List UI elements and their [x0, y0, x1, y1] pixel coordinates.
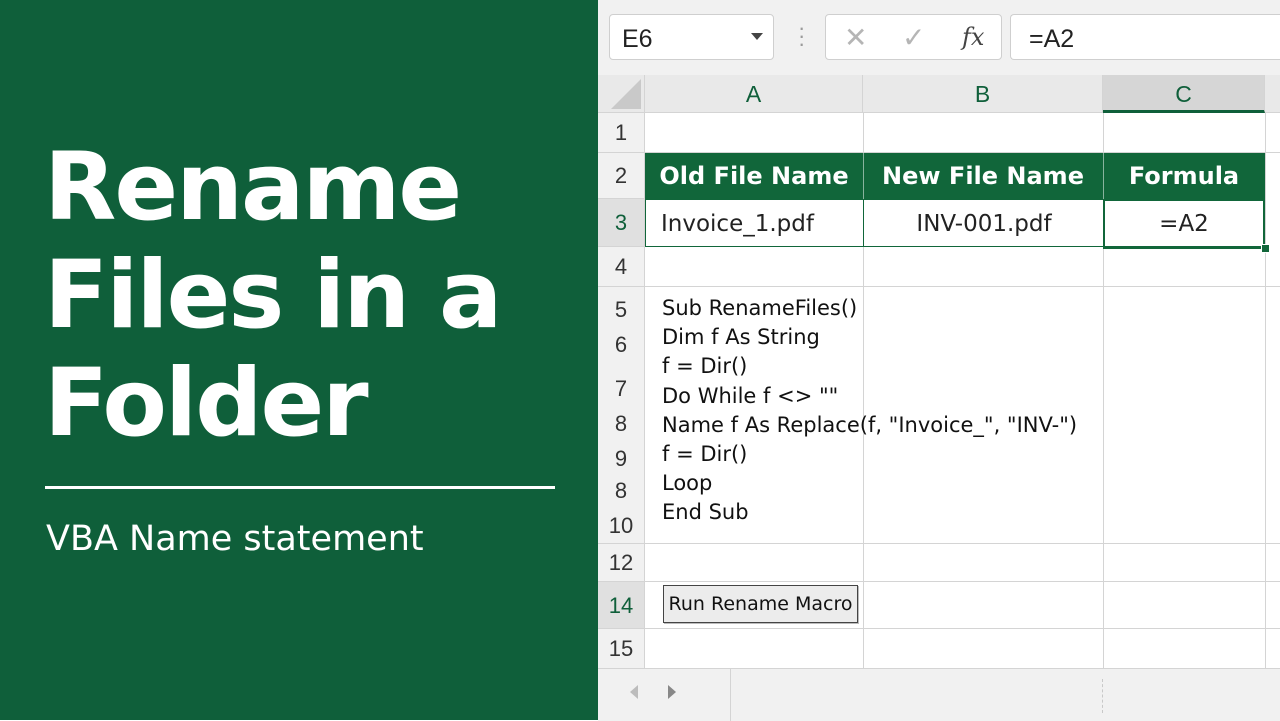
- prev-sheet-icon[interactable]: [630, 685, 638, 699]
- chevron-down-icon[interactable]: [751, 33, 763, 40]
- code-line: f = Dir(): [662, 442, 748, 467]
- formula-input[interactable]: =A2: [1010, 14, 1280, 60]
- name-box[interactable]: E6: [609, 14, 774, 60]
- code-line: f = Dir(): [662, 354, 748, 379]
- code-line: Sub RenameFiles(): [662, 296, 858, 320]
- insert-function-icon[interactable]: fx: [962, 23, 984, 51]
- fill-handle[interactable]: [1261, 244, 1270, 253]
- next-sheet-icon[interactable]: [668, 685, 676, 699]
- formula-value: =A2: [1029, 25, 1075, 53]
- run-rename-macro-button[interactable]: Run Rename Macro: [663, 585, 858, 623]
- row-header[interactable]: 7: [598, 376, 644, 402]
- title-line: Folder: [44, 349, 369, 458]
- header-old-file-name[interactable]: Old File Name: [645, 153, 863, 199]
- row-header[interactable]: 10: [598, 513, 644, 539]
- row-header[interactable]: 8: [598, 411, 644, 437]
- banner-subtitle: VBA Name statement: [46, 519, 424, 559]
- code-line: Dim f As String: [662, 325, 820, 350]
- banner-title: Rename Files in a Folder: [44, 134, 564, 458]
- sheet-tab-bar: [598, 668, 1280, 721]
- vba-code-block: Sub RenameFiles() Dim f As String f = Di…: [662, 294, 1077, 528]
- row-header[interactable]: 15: [598, 629, 645, 668]
- column-header-a[interactable]: A: [645, 75, 863, 113]
- enter-icon[interactable]: ✓: [902, 21, 925, 54]
- spreadsheet: E6 · · · ✕ ✓ fx =A2 A B C 1 2 3 4 5 6 7 8 …: [598, 0, 1280, 721]
- gridline: [645, 286, 1280, 287]
- row-header-group: 5 6 7 8 9 8 10: [598, 287, 645, 544]
- code-line: Name f As Replace(f, "Invoice_", "INV-"): [662, 412, 1078, 437]
- code-line: End Sub: [662, 500, 749, 525]
- column-header-c[interactable]: C: [1103, 75, 1265, 113]
- active-cell-outline: [1103, 199, 1265, 249]
- more-options-icon[interactable]: · · ·: [798, 17, 805, 55]
- row-header[interactable]: 5: [598, 297, 644, 323]
- gridline: [1265, 113, 1266, 668]
- column-header-d[interactable]: [1265, 75, 1280, 113]
- scrollbar-divider: [1102, 679, 1104, 713]
- title-line: Files in a: [44, 241, 502, 350]
- column-header-b[interactable]: B: [863, 75, 1103, 113]
- code-line: Loop: [662, 471, 713, 496]
- title-banner: Rename Files in a Folder VBA Name statem…: [0, 0, 598, 720]
- formula-controls: ✕ ✓ fx: [825, 14, 1002, 60]
- formula-bar: E6 · · · ✕ ✓ fx =A2: [598, 0, 1280, 75]
- row-header[interactable]: 2: [598, 153, 645, 199]
- row-header[interactable]: 14: [598, 582, 645, 629]
- title-line: Rename: [44, 133, 462, 242]
- gridline: [645, 543, 1280, 544]
- tab-bar-divider: [730, 669, 731, 721]
- row-header[interactable]: 12: [598, 544, 645, 582]
- title-divider: [45, 486, 555, 489]
- row-header[interactable]: 3: [598, 199, 645, 247]
- header-new-file-name[interactable]: New File Name: [863, 153, 1103, 199]
- gridline: [645, 628, 1280, 629]
- header-formula[interactable]: Formula: [1103, 153, 1265, 199]
- row-header[interactable]: 4: [598, 247, 645, 287]
- cancel-icon[interactable]: ✕: [844, 21, 867, 54]
- name-box-value: E6: [622, 25, 653, 53]
- select-all-triangle-icon: [611, 79, 641, 109]
- row-header[interactable]: 8: [598, 478, 644, 504]
- row-header[interactable]: 9: [598, 446, 644, 472]
- row-header[interactable]: 1: [598, 113, 645, 153]
- row-header[interactable]: 6: [598, 332, 644, 358]
- cell-old-file-name[interactable]: Invoice_1.pdf: [661, 200, 861, 246]
- table-header-row: Old File Name New File Name Formula: [645, 153, 1265, 199]
- select-all-button[interactable]: [598, 75, 645, 113]
- gridline: [645, 581, 1280, 582]
- cell-new-file-name[interactable]: INV-001.pdf: [864, 200, 1104, 246]
- code-line: Do While f <> "": [662, 383, 839, 408]
- worksheet-grid: A B C 1 2 3 4 5 6 7 8 9 8 10 12 14 15 Ol…: [598, 75, 1280, 668]
